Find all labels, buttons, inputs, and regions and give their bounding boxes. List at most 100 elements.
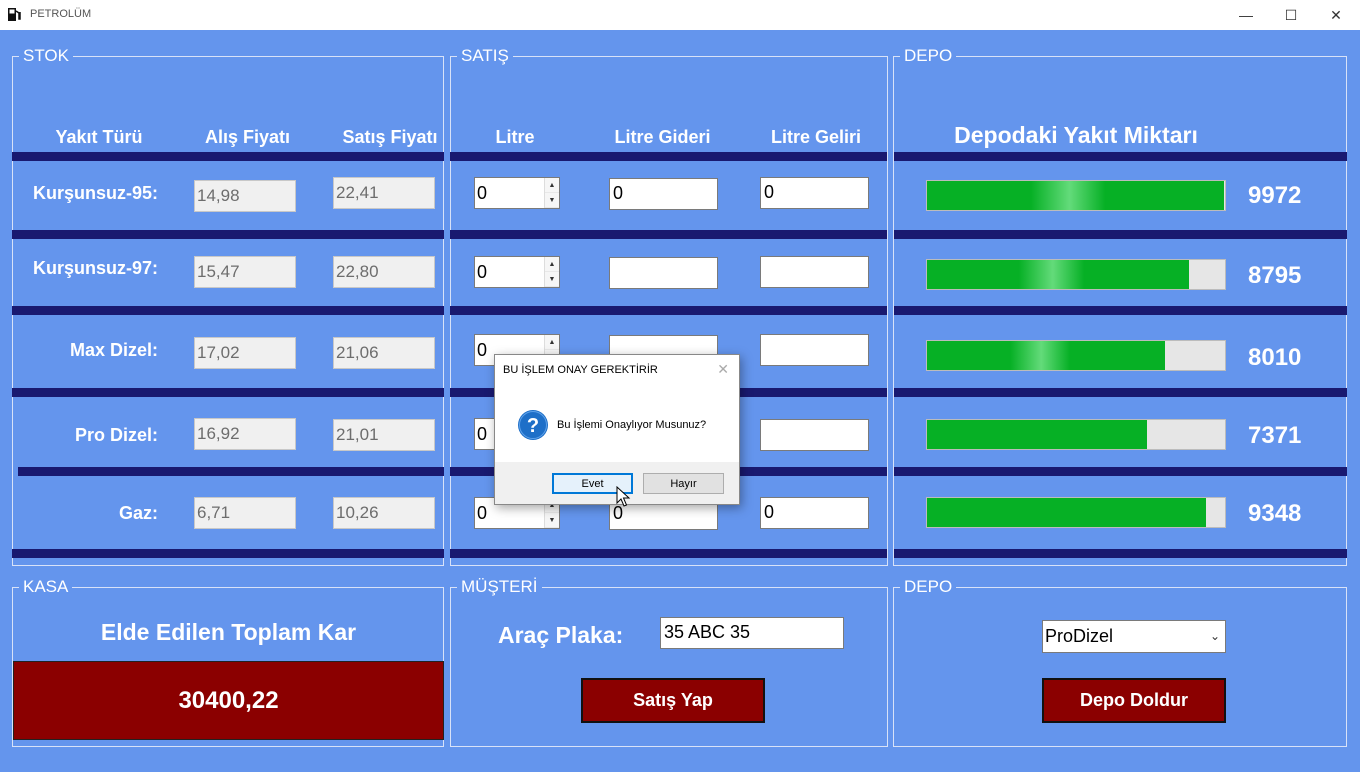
- sell-button[interactable]: Satış Yap: [581, 678, 765, 723]
- fill-tank-button[interactable]: Depo Doldur: [1042, 678, 1226, 723]
- tank-level-fill: [927, 498, 1206, 527]
- litre-income-field[interactable]: 0: [760, 497, 869, 529]
- window-title: PETROLÜM: [30, 8, 92, 20]
- maximize-button[interactable]: ☐: [1268, 0, 1314, 30]
- litre-value: 0: [477, 503, 488, 523]
- litre-value: 0: [477, 183, 488, 203]
- separator: [12, 230, 444, 239]
- header-buy-price: Alış Fiyatı: [204, 127, 291, 147]
- litre-cost-field[interactable]: [609, 257, 718, 289]
- header-litre-income: Litre Geliri: [770, 127, 862, 147]
- stok-group-title: STOK: [19, 47, 73, 65]
- sell-price-field[interactable]: 21,01: [333, 419, 435, 451]
- buy-price-field[interactable]: 14,98: [194, 180, 296, 212]
- separator: [18, 467, 444, 476]
- row-label-pro-dizel: Pro Dizel:: [74, 425, 158, 445]
- separator: [894, 230, 1347, 239]
- separator: [894, 152, 1347, 161]
- header-tank-amount: Depodaki Yakıt Miktarı: [954, 122, 1198, 148]
- kasa-group-title: KASA: [19, 578, 73, 596]
- musteri-group-title: MÜŞTERİ: [457, 578, 542, 596]
- chevron-down-icon: ⌄: [1209, 629, 1220, 643]
- stepper-up-icon[interactable]: ▲: [545, 257, 559, 272]
- separator: [894, 388, 1347, 397]
- separator: [450, 549, 887, 558]
- depo-group-title: DEPO: [900, 47, 957, 65]
- buy-price-field[interactable]: 16,92: [194, 418, 296, 450]
- separator: [894, 306, 1347, 315]
- separator: [894, 549, 1347, 558]
- tank-amount: 8010: [1248, 344, 1302, 371]
- litre-stepper[interactable]: 0 ▲▼: [474, 256, 560, 288]
- litre-income-field[interactable]: [760, 334, 869, 366]
- minimize-button[interactable]: —: [1223, 0, 1269, 30]
- sell-price-field[interactable]: 10,26: [333, 497, 435, 529]
- tank-level-fill: [927, 420, 1147, 449]
- tank-level-fill: [927, 181, 1225, 210]
- question-icon: ?: [518, 410, 548, 440]
- separator: [450, 306, 887, 315]
- sell-price-field[interactable]: 22,41: [333, 177, 435, 209]
- stepper-up-icon[interactable]: ▲: [545, 335, 559, 350]
- tank-level-fill: [927, 260, 1190, 289]
- litre-income-field[interactable]: 0: [760, 177, 869, 209]
- row-label-kursunsuz-95: Kurşunsuz-95:: [32, 183, 158, 203]
- litre-income-field[interactable]: [760, 256, 869, 288]
- row-label-max-dizel: Max Dizel:: [69, 340, 158, 360]
- stepper-down-icon[interactable]: ▼: [545, 272, 559, 287]
- buy-price-field[interactable]: 17,02: [194, 337, 296, 369]
- title-bar: PETROLÜM — ☐ ✕: [0, 0, 1360, 30]
- plate-label: Araç Plaka:: [498, 622, 624, 648]
- tank-level-fill: [927, 341, 1166, 370]
- row-label-gaz: Gaz:: [118, 503, 158, 523]
- tank-level-bar: [926, 259, 1226, 290]
- separator: [12, 152, 444, 161]
- header-sell-price: Satış Fiyatı: [342, 127, 438, 147]
- fuel-type-select[interactable]: ProDizel ⌄: [1042, 620, 1226, 653]
- depo-fill-group-title: DEPO: [900, 578, 957, 596]
- dialog-title: BU İŞLEM ONAY GEREKTİRİR: [503, 364, 658, 376]
- tank-level-bar: [926, 497, 1226, 528]
- litre-value: 0: [477, 424, 488, 444]
- header-litre-cost: Litre Gideri: [614, 127, 711, 147]
- separator: [12, 549, 444, 558]
- litre-income-field[interactable]: [760, 419, 869, 451]
- dialog-message: Bu İşlemi Onaylıyor Musunuz?: [557, 419, 707, 431]
- stepper-down-icon[interactable]: ▼: [545, 193, 559, 208]
- no-button[interactable]: Hayır: [643, 473, 724, 494]
- depo-fill-group: DEPO: [893, 578, 1347, 747]
- tank-amount: 9348: [1248, 500, 1302, 527]
- litre-cost-field[interactable]: 0: [609, 178, 718, 210]
- litre-value: 0: [477, 340, 488, 360]
- tank-amount: 9972: [1248, 182, 1302, 209]
- close-button[interactable]: ✕: [1313, 0, 1359, 30]
- litre-stepper[interactable]: 0 ▲▼: [474, 177, 560, 209]
- dialog-close-icon[interactable]: ✕: [717, 361, 729, 378]
- separator: [12, 306, 444, 315]
- tank-amount: 8795: [1248, 262, 1302, 289]
- sell-price-field[interactable]: 22,80: [333, 256, 435, 288]
- svg-text:?: ?: [527, 415, 539, 437]
- tank-level-bar: [926, 419, 1226, 450]
- mouse-cursor-icon: [616, 486, 631, 507]
- buy-price-field[interactable]: 15,47: [194, 256, 296, 288]
- separator: [450, 152, 887, 161]
- tank-level-bar: [926, 180, 1226, 211]
- separator: [894, 467, 1347, 476]
- plate-input[interactable]: 35 ABC 35: [660, 617, 844, 649]
- confirm-dialog: BU İŞLEM ONAY GEREKTİRİR ✕ ? Bu İşlemi O…: [494, 354, 740, 505]
- row-label-kursunsuz-97: Kurşunsuz-97:: [32, 258, 158, 278]
- sell-price-field[interactable]: 21,06: [333, 337, 435, 369]
- header-fuel-type: Yakıt Türü: [55, 127, 143, 147]
- fuel-pump-icon: [8, 8, 21, 21]
- stepper-down-icon[interactable]: ▼: [545, 513, 559, 528]
- stepper-up-icon[interactable]: ▲: [545, 178, 559, 193]
- litre-value: 0: [477, 262, 488, 282]
- buy-price-field[interactable]: 6,71: [194, 497, 296, 529]
- musteri-group: MÜŞTERİ: [450, 578, 888, 747]
- tank-amount: 7371: [1248, 422, 1302, 449]
- separator: [450, 230, 887, 239]
- header-litre: Litre: [495, 127, 535, 147]
- satis-group-title: SATIŞ: [457, 47, 513, 65]
- tank-level-bar: [926, 340, 1226, 371]
